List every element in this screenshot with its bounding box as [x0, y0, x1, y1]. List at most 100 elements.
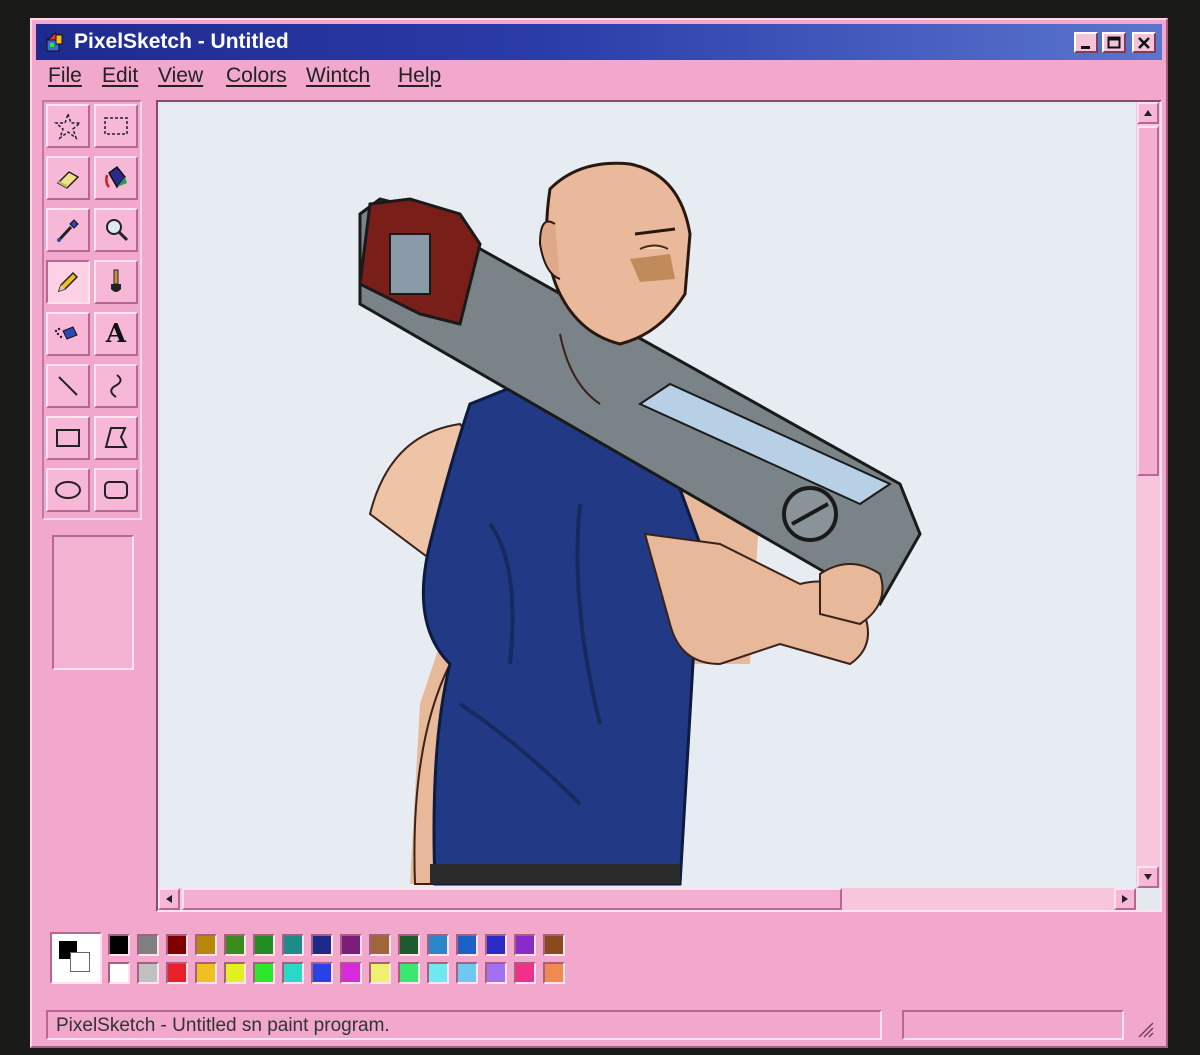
palette-swatch[interactable]	[253, 962, 275, 984]
palette-swatch[interactable]	[398, 962, 420, 984]
canvas-frame	[156, 100, 1162, 912]
menu-help[interactable]: Help	[398, 64, 441, 88]
horizontal-scroll-thumb[interactable]	[182, 888, 842, 910]
scroll-right-button[interactable]	[1114, 888, 1136, 910]
scroll-left-button[interactable]	[158, 888, 180, 910]
palette-swatch[interactable]	[340, 962, 362, 984]
maximize-button[interactable]	[1102, 32, 1126, 53]
brush-icon	[111, 269, 121, 292]
magnifier-tool[interactable]	[94, 208, 138, 252]
menu-bar: File Edit View Colors Wintch Help	[38, 62, 1160, 94]
arrow-up-icon	[1144, 110, 1152, 116]
palette-swatch[interactable]	[543, 962, 565, 984]
app-window: PixelSketch - Untitled File Edit View Co…	[30, 18, 1168, 1048]
text-icon: A	[105, 319, 127, 349]
line-icon	[58, 376, 78, 396]
rounded-rect-tool[interactable]	[94, 468, 138, 512]
palette-swatch[interactable]	[543, 934, 565, 956]
curve-icon	[110, 374, 122, 398]
arrow-down-icon	[1144, 874, 1152, 880]
palette-swatch[interactable]	[137, 962, 159, 984]
palette-swatch[interactable]	[137, 934, 159, 956]
palette-swatch[interactable]	[311, 962, 333, 984]
airbrush-icon	[54, 326, 78, 340]
ellipse-icon	[55, 481, 81, 499]
palette-swatch[interactable]	[195, 934, 217, 956]
arrow-left-icon	[166, 895, 172, 903]
window-title: PixelSketch - Untitled	[74, 30, 289, 53]
current-colors-indicator[interactable]	[50, 932, 102, 984]
palette-swatch[interactable]	[514, 934, 536, 956]
palette-swatch[interactable]	[514, 962, 536, 984]
pencil-tool[interactable]	[46, 260, 90, 304]
palette-swatch[interactable]	[427, 934, 449, 956]
resize-grip-icon[interactable]	[1136, 1020, 1154, 1038]
minimize-icon	[1081, 45, 1090, 49]
palette-swatch[interactable]	[108, 962, 130, 984]
status-message-pane: PixelSketch - Untitled sn paint program.	[46, 1010, 882, 1040]
palette-swatch[interactable]	[224, 934, 246, 956]
eyedropper-icon	[57, 219, 79, 242]
rounded-rect-icon	[104, 481, 128, 499]
text-tool[interactable]: A	[94, 312, 138, 356]
palette-swatch[interactable]	[485, 962, 507, 984]
star-select-icon	[53, 111, 83, 141]
pixel-art-image	[160, 104, 1138, 890]
palette-swatch[interactable]	[108, 934, 130, 956]
arrow-right-icon	[1122, 895, 1128, 903]
rectangle-tool[interactable]	[46, 416, 90, 460]
palette-swatch[interactable]	[398, 934, 420, 956]
palette-swatch[interactable]	[485, 934, 507, 956]
airbrush-tool[interactable]	[46, 312, 90, 356]
palette-swatch[interactable]	[311, 934, 333, 956]
toolbox: A	[42, 100, 142, 520]
minimize-button[interactable]	[1074, 32, 1098, 53]
palette-swatch[interactable]	[166, 934, 188, 956]
palette-swatch[interactable]	[224, 962, 246, 984]
free-select-tool[interactable]	[46, 104, 90, 148]
rect-select-tool[interactable]	[94, 104, 138, 148]
palette-swatch[interactable]	[282, 934, 304, 956]
scroll-down-button[interactable]	[1137, 866, 1159, 888]
curve-tool[interactable]	[94, 364, 138, 408]
palette-swatch[interactable]	[456, 962, 478, 984]
close-icon	[1138, 36, 1150, 49]
fill-tool[interactable]	[94, 156, 138, 200]
menu-edit[interactable]: Edit	[102, 64, 138, 88]
color-picker-tool[interactable]	[46, 208, 90, 252]
close-button[interactable]	[1132, 32, 1156, 53]
eraser-tool[interactable]	[46, 156, 90, 200]
scroll-up-button[interactable]	[1137, 102, 1159, 124]
background-color	[70, 952, 90, 972]
drawing-canvas[interactable]	[160, 104, 1138, 890]
palette-swatch[interactable]	[456, 934, 478, 956]
app-logo-icon	[46, 32, 64, 52]
color-palette	[42, 922, 1158, 1002]
pencil-icon	[57, 271, 79, 293]
palette-swatch[interactable]	[369, 962, 391, 984]
palette-swatch[interactable]	[166, 962, 188, 984]
tool-options-panel[interactable]	[52, 535, 134, 670]
title-bar[interactable]: PixelSketch - Untitled	[36, 24, 1162, 60]
menu-colors[interactable]: Colors	[226, 64, 287, 88]
horizontal-scrollbar[interactable]	[158, 888, 1136, 910]
ellipse-tool[interactable]	[46, 468, 90, 512]
palette-swatch[interactable]	[340, 934, 362, 956]
menu-wintch[interactable]: Wintch	[306, 64, 370, 88]
palette-swatch[interactable]	[427, 962, 449, 984]
rect-select-icon	[104, 117, 128, 135]
eraser-icon	[56, 171, 80, 189]
polygon-icon	[104, 427, 128, 448]
menu-view[interactable]: View	[158, 64, 203, 88]
line-tool[interactable]	[46, 364, 90, 408]
polygon-tool[interactable]	[94, 416, 138, 460]
vertical-scrollbar[interactable]	[1136, 102, 1160, 888]
palette-swatch[interactable]	[253, 934, 275, 956]
brush-tool[interactable]	[94, 260, 138, 304]
vertical-scroll-thumb[interactable]	[1137, 126, 1159, 476]
menu-file[interactable]: File	[48, 64, 82, 88]
palette-swatch[interactable]	[369, 934, 391, 956]
palette-swatch[interactable]	[195, 962, 217, 984]
palette-swatch[interactable]	[282, 962, 304, 984]
status-text: PixelSketch - Untitled sn paint program.	[56, 1015, 390, 1036]
